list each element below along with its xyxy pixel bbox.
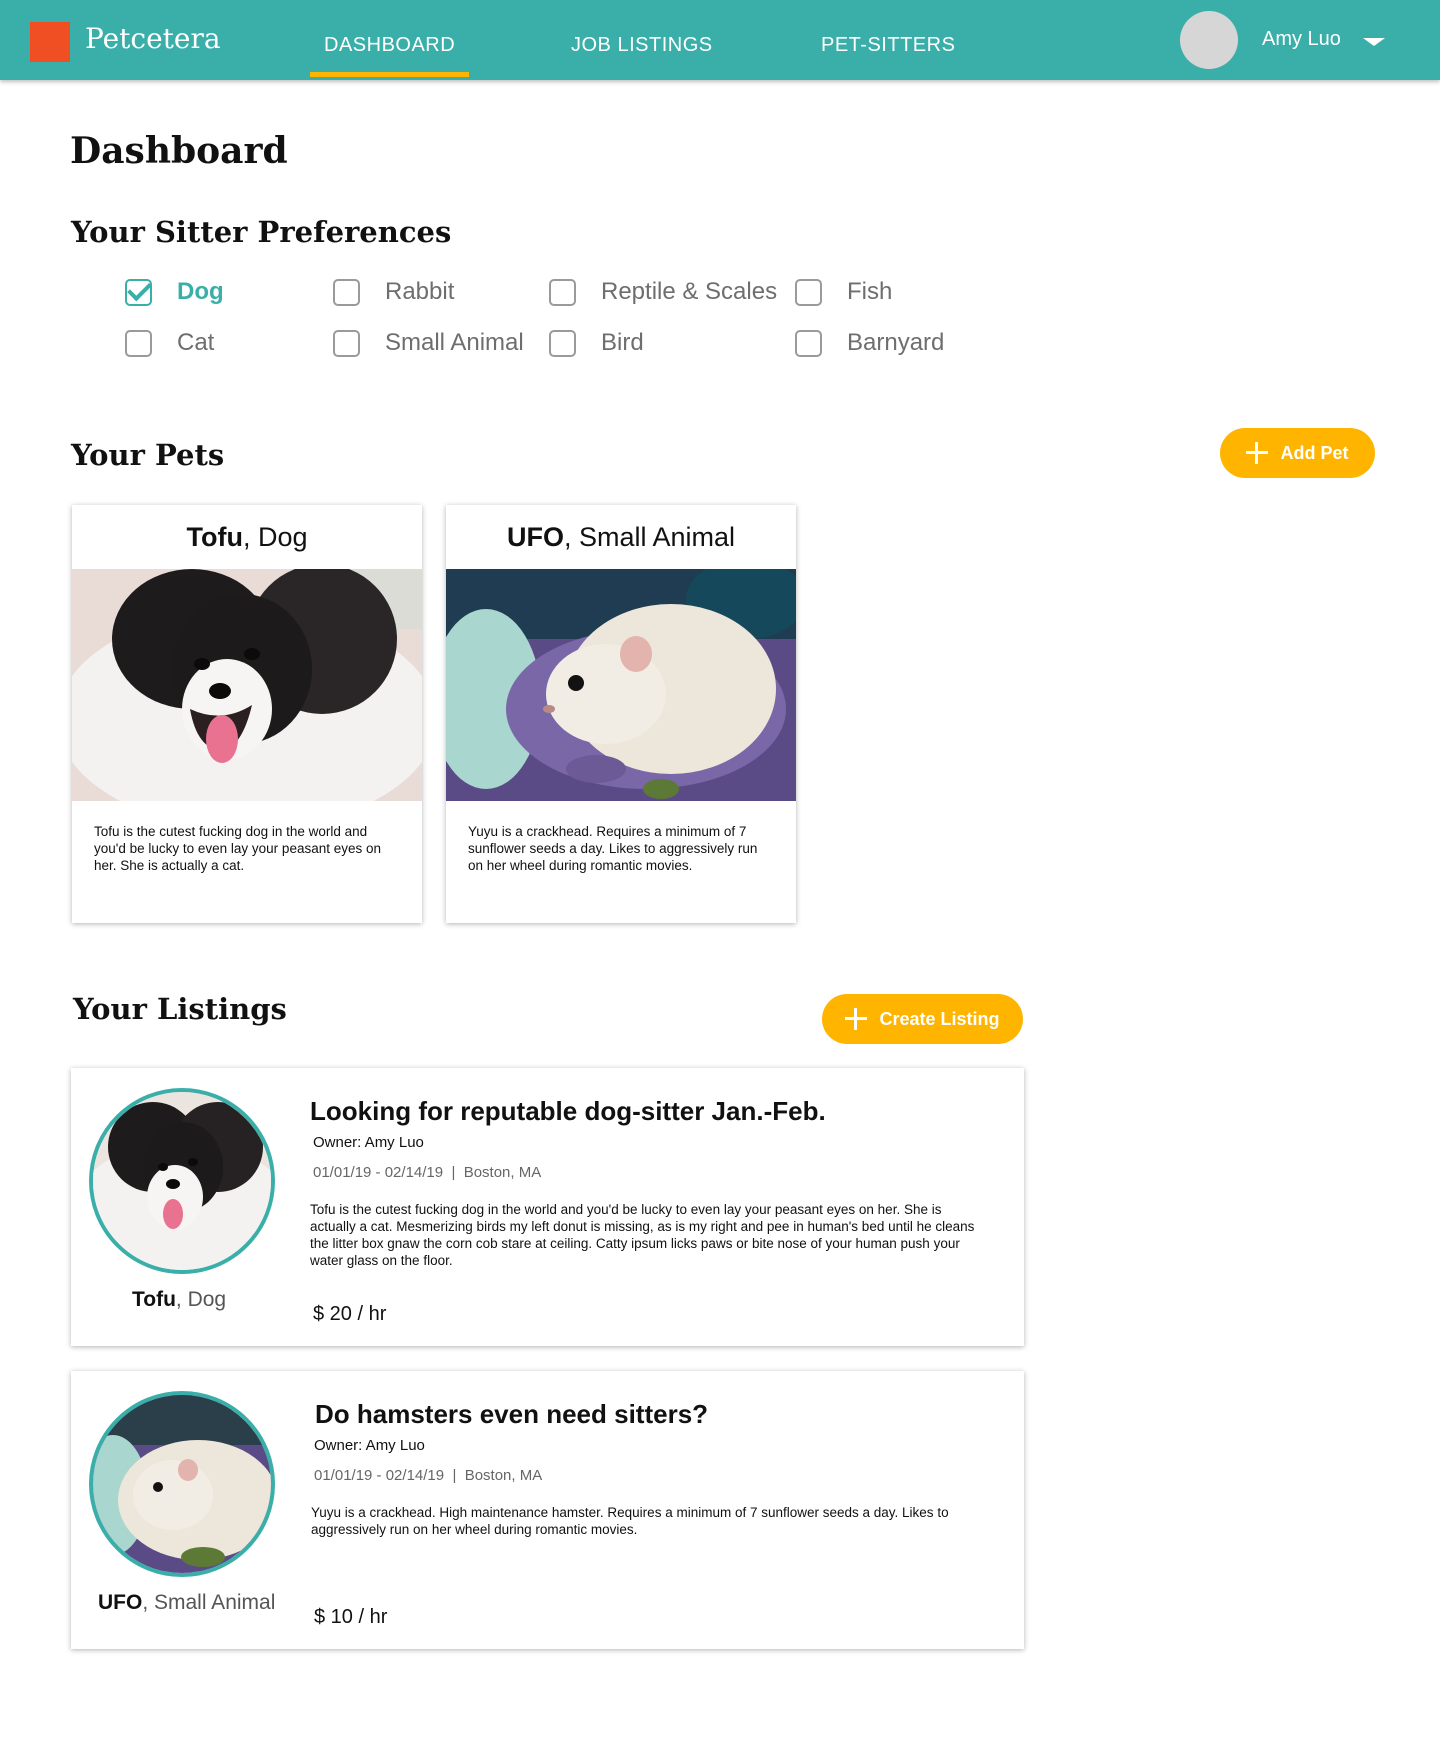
create-listing-label: Create Listing [879, 1008, 1000, 1029]
pref-dog[interactable]: Dog [125, 278, 224, 306]
listing-pet-name: UFO, Small Animal [98, 1591, 275, 1615]
pref-reptile[interactable]: Reptile & Scales [549, 278, 777, 306]
listing-rate: $ 20 / hr [313, 1303, 387, 1325]
pref-label: Dog [177, 278, 224, 305]
checkbox-icon[interactable] [795, 329, 822, 357]
checkbox-icon[interactable] [549, 278, 576, 306]
listing-rate: $ 10 / hr [314, 1606, 388, 1628]
tab-dashboard[interactable]: DASHBOARD [309, 34, 470, 77]
pref-small-animal[interactable]: Small Animal [333, 329, 524, 357]
checkbox-icon[interactable] [549, 329, 576, 357]
listing-separator: | [452, 1467, 457, 1484]
pref-label: Bird [601, 329, 644, 356]
listing-meta: 01/01/19 - 02/14/19 | Boston, MA [313, 1164, 541, 1181]
pet-card-title: UFO, Small Animal [446, 505, 796, 569]
create-listing-button[interactable]: Create Listing [822, 994, 1023, 1044]
pref-barnyard[interactable]: Barnyard [795, 329, 944, 357]
add-pet-button[interactable]: Add Pet [1220, 428, 1375, 478]
checkbox-checked-icon[interactable] [125, 278, 152, 306]
pet-description: Tofu is the cutest fucking dog in the wo… [94, 824, 382, 873]
pet-description: Yuyu is a crackhead. Requires a minimum … [468, 824, 758, 873]
pref-label: Reptile & Scales [601, 278, 778, 305]
pet-name: UFO [98, 1591, 143, 1614]
plus-icon [1246, 442, 1269, 464]
listing-owner: Owner: Amy Luo [313, 1134, 424, 1151]
checkbox-icon[interactable] [125, 329, 152, 357]
listing-dates: 01/01/19 - 02/14/19 [313, 1164, 444, 1181]
listing-title[interactable]: Do hamsters even need sitters? [315, 1399, 708, 1430]
pet-name: Tofu [186, 522, 243, 552]
pref-label: Small Animal [385, 329, 524, 356]
listing-pet-avatar [89, 1088, 275, 1274]
pet-card[interactable]: Tofu, Dog Tofu is the cutest fucking dog… [72, 505, 422, 923]
pet-type: , Small Animal [563, 522, 736, 552]
brand-name[interactable]: Petcetera [85, 22, 221, 55]
pref-label: Cat [177, 329, 215, 356]
pet-name: UFO [506, 522, 564, 552]
pref-label: Barnyard [847, 329, 945, 356]
user-avatar[interactable] [1180, 11, 1238, 69]
logo-icon[interactable] [30, 22, 70, 62]
listing-pet-avatar [89, 1391, 275, 1577]
listing-dates: 01/01/19 - 02/14/19 [314, 1467, 445, 1484]
page-title: Dashboard [70, 130, 288, 172]
checkbox-icon[interactable] [333, 329, 360, 357]
pref-fish[interactable]: Fish [795, 278, 892, 306]
pref-bird[interactable]: Bird [549, 329, 644, 357]
listing-description: Yuyu is a crackhead. High maintenance ha… [311, 1505, 949, 1537]
listing-meta: 01/01/19 - 02/14/19 | Boston, MA [314, 1467, 542, 1484]
listing-owner: Owner: Amy Luo [314, 1437, 425, 1454]
pet-card-title: Tofu, Dog [72, 505, 422, 569]
listing-pet-name: Tofu, Dog [132, 1288, 226, 1312]
pref-rabbit[interactable]: Rabbit [333, 278, 454, 306]
add-pet-label: Add Pet [1280, 442, 1349, 463]
listing-card[interactable]: Tofu, Dog Looking for reputable dog-sitt… [71, 1068, 1024, 1346]
listing-separator: | [451, 1164, 456, 1181]
checkbox-icon[interactable] [333, 278, 360, 306]
listing-card[interactable]: UFO, Small Animal Do hamsters even need … [71, 1371, 1024, 1649]
listing-title[interactable]: Looking for reputable dog-sitter Jan.-Fe… [310, 1096, 826, 1127]
pref-label: Fish [847, 278, 893, 305]
listing-description: Tofu is the cutest fucking dog in the wo… [310, 1202, 975, 1268]
hamster-photo [446, 569, 796, 801]
listings-heading: Your Listings [73, 992, 287, 1026]
tab-job-listings[interactable]: JOB LISTINGS [571, 34, 713, 57]
pref-cat[interactable]: Cat [125, 329, 214, 357]
listing-location: Boston, MA [463, 1164, 542, 1181]
plus-icon [845, 1008, 868, 1030]
pets-heading: Your Pets [71, 438, 225, 472]
pref-label: Rabbit [385, 278, 455, 305]
top-navbar: Petcetera DASHBOARD JOB LISTINGS PET-SIT… [0, 0, 1440, 80]
pet-type: , Dog [175, 1288, 227, 1311]
tab-pet-sitters[interactable]: PET-SITTERS [821, 34, 955, 57]
preferences-heading: Your Sitter Preferences [71, 215, 452, 249]
user-name[interactable]: Amy Luo [1262, 28, 1341, 51]
pet-type: , Small Animal [142, 1591, 276, 1614]
dog-photo [72, 569, 422, 801]
pet-type: , Dog [242, 522, 308, 552]
listing-location: Boston, MA [464, 1467, 543, 1484]
caret-down-icon[interactable] [1363, 38, 1385, 46]
checkbox-icon[interactable] [795, 278, 822, 306]
pet-name: Tofu [132, 1288, 176, 1311]
pet-card[interactable]: UFO, Small Animal Yuyu is a crackhead. R… [446, 505, 796, 923]
